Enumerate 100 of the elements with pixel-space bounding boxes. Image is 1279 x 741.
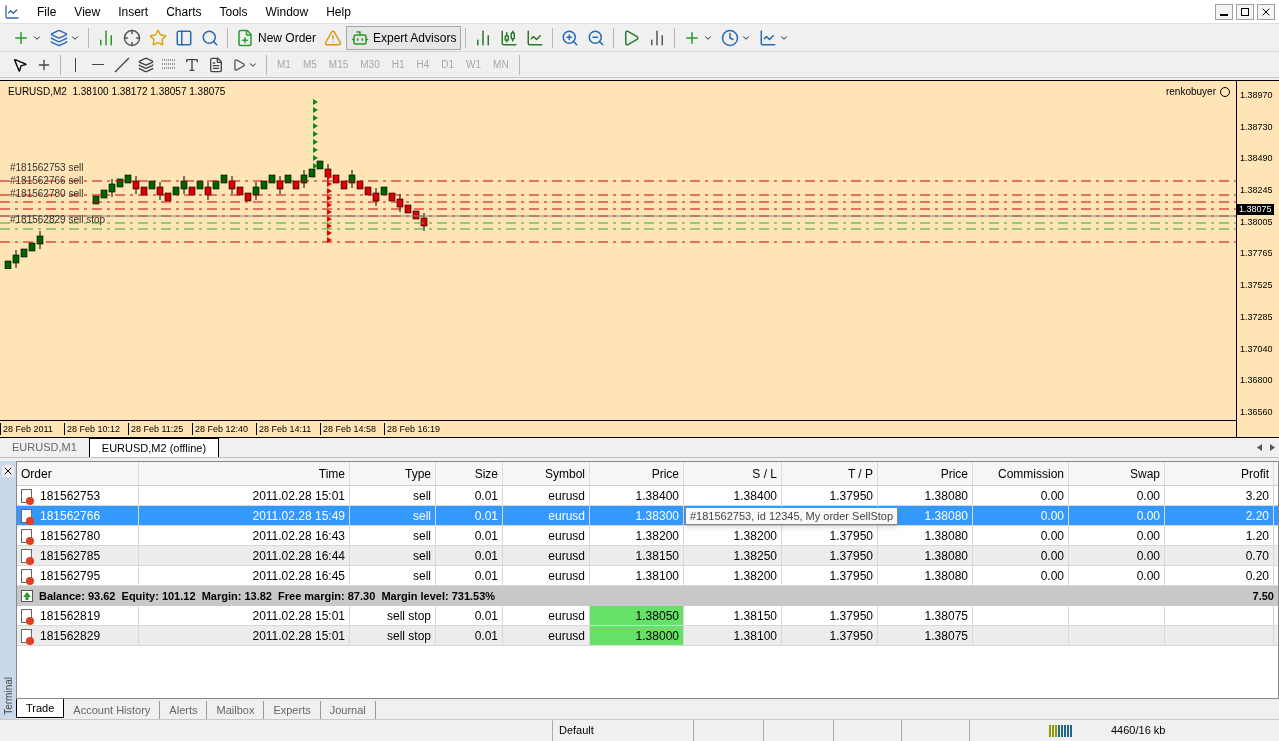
order-icon xyxy=(21,488,32,503)
table-cell: eurusd xyxy=(503,486,590,505)
expert-advisors-button[interactable]: Expert Advisors xyxy=(346,25,462,50)
table-cell: sell xyxy=(350,486,436,505)
traffic-status: 4460/16 kb xyxy=(1111,723,1166,739)
table-cell: 1.38200 xyxy=(590,526,684,545)
terminal-tab[interactable]: Account History xyxy=(64,701,161,719)
table-cell: sell stop xyxy=(350,626,436,645)
column-header[interactable]: Symbol xyxy=(503,462,590,485)
table-cell: 0.00 xyxy=(1069,546,1165,565)
column-header[interactable]: Size xyxy=(436,462,503,485)
chart-tab[interactable]: EURUSD,M1 xyxy=(0,438,89,457)
channel-icon xyxy=(138,56,154,73)
order-row[interactable]: 181562780 2011.02.28 16:43 sell 0.01 eurusd 1.38200 1.38200 1.37950 1.38080 0.00 0.00 1.20 xyxy=(17,526,1278,546)
horizontal-line-icon xyxy=(92,64,104,65)
table-cell: 0.01 xyxy=(436,526,503,545)
order-cell: 181562766 xyxy=(17,506,139,525)
column-header[interactable]: Type xyxy=(350,462,436,485)
table-cell: 2011.02.28 16:45 xyxy=(139,566,350,585)
time-axis-label: 28 Feb 12:40 xyxy=(192,423,256,435)
order-icon xyxy=(21,608,32,623)
close-button[interactable] xyxy=(1257,3,1275,20)
table-cell: 2011.02.28 15:01 xyxy=(139,606,350,625)
chart-tab[interactable]: EURUSD,M2 (offline) xyxy=(88,438,220,457)
time-axis-label: 28 Feb 16:19 xyxy=(384,423,448,435)
candlestick-icon xyxy=(500,28,519,47)
price-axis-label: 1.37525 xyxy=(1239,280,1274,292)
column-header[interactable]: Order xyxy=(17,462,139,485)
table-cell: 0.00 xyxy=(1069,566,1165,585)
column-header[interactable]: Commission xyxy=(973,462,1069,485)
table-cell: 0.01 xyxy=(436,626,503,645)
menu-item[interactable]: Tools xyxy=(210,2,257,21)
terminal-tab[interactable]: Trade xyxy=(16,699,65,718)
menu-item[interactable]: Window xyxy=(256,2,318,21)
time-axis-label: 28 Feb 14:11 xyxy=(256,423,320,435)
line-chart-icon xyxy=(526,28,545,47)
scroll-right-icon[interactable] xyxy=(1270,444,1275,451)
scroll-left-icon[interactable] xyxy=(1257,444,1262,451)
table-cell: 1.38080 xyxy=(878,486,973,505)
column-header[interactable]: T / P xyxy=(782,462,878,485)
market-watch-icon xyxy=(97,28,115,47)
warning-icon xyxy=(324,28,342,47)
order-cell: 181562785 xyxy=(17,546,139,565)
terminal-tab[interactable]: Journal xyxy=(320,701,376,719)
terminal-tab[interactable]: Mailbox xyxy=(207,701,265,719)
menu-item[interactable]: Charts xyxy=(157,2,211,21)
table-cell: 0.00 xyxy=(973,506,1069,525)
column-header[interactable]: Price xyxy=(878,462,973,485)
order-icon xyxy=(21,528,32,543)
menu-item[interactable]: View xyxy=(65,2,110,21)
column-header[interactable]: Time xyxy=(139,462,350,485)
table-cell: 2011.02.28 15:01 xyxy=(139,626,350,645)
arrows-icon xyxy=(232,57,246,72)
menu-item[interactable]: File xyxy=(28,2,66,21)
order-icon xyxy=(21,628,32,643)
trendline-icon xyxy=(114,56,130,73)
price-axis-label: 1.36800 xyxy=(1239,375,1274,387)
price-axis-label: 1.37285 xyxy=(1239,311,1274,323)
table-cell: 0.00 xyxy=(1069,506,1165,525)
table-cell: eurusd xyxy=(503,526,590,545)
profile-status: Default xyxy=(558,723,595,739)
order-row[interactable]: 181562795 2011.02.28 16:45 sell 0.01 eurusd 1.38100 1.38200 1.37950 1.38080 0.00 0.00 0.20 xyxy=(17,566,1278,586)
table-cell: 1.38050 xyxy=(590,606,684,625)
order-row[interactable]: 181562785 2011.02.28 16:44 sell 0.01 eurusd 1.38150 1.38250 1.37950 1.38080 0.00 0.00 0.70 xyxy=(17,546,1278,566)
order-icon xyxy=(21,548,32,563)
table-cell: 1.38100 xyxy=(590,566,684,585)
table-cell: 1.38300 xyxy=(590,506,684,525)
price-axis-label: 1.38490 xyxy=(1239,153,1274,165)
minimize-icon[interactable] xyxy=(1215,3,1233,20)
order-row[interactable]: 181562819 2011.02.28 15:01 sell stop 0.01 eurusd 1.38050 1.38150 1.37950 1.38075 xyxy=(17,606,1278,626)
column-header[interactable]: S / L xyxy=(684,462,782,485)
terminal-tab[interactable]: Experts xyxy=(264,701,321,719)
menu-item[interactable]: Insert xyxy=(109,2,158,21)
account-summary: Balance: 93.62 Equity: 101.12 Margin: 13.82 Free margin: 87.30 Margin level: 731.53% xyxy=(38,588,497,604)
order-row[interactable]: 181562829 2011.02.28 15:01 sell stop 0.01 eurusd 1.38000 1.38100 1.37950 1.38075 xyxy=(17,626,1278,646)
current-price-label: 1.38075 xyxy=(1237,204,1274,215)
table-cell: eurusd xyxy=(503,546,590,565)
total-profit: 7.50 xyxy=(1252,588,1275,604)
table-cell: 1.38075 xyxy=(878,606,973,625)
table-cell: 1.37950 xyxy=(782,546,878,565)
column-header[interactable]: Price xyxy=(590,462,684,485)
column-header[interactable]: Profit xyxy=(1165,462,1274,485)
table-cell: 1.37950 xyxy=(782,626,878,645)
order-row[interactable]: 181562753 2011.02.28 15:01 sell 0.01 eurusd 1.38400 1.38400 1.37950 1.38080 0.00 0.00 3.20 xyxy=(17,486,1278,506)
menu-item[interactable]: Help xyxy=(317,2,360,21)
price-axis-label: 1.38970 xyxy=(1239,90,1274,101)
price-axis-label: 1.36560 xyxy=(1239,406,1274,418)
table-cell: 2011.02.28 15:01 xyxy=(139,486,350,505)
terminal-tab[interactable]: Alerts xyxy=(160,701,208,719)
table-cell: sell xyxy=(350,546,436,565)
table-cell: 0.01 xyxy=(436,566,503,585)
new-order-button[interactable]: New Order xyxy=(232,26,320,49)
table-cell: 0.01 xyxy=(436,546,503,565)
cursor-icon xyxy=(12,56,28,73)
restore-icon[interactable] xyxy=(1236,3,1254,20)
column-header[interactable]: Swap xyxy=(1069,462,1165,485)
order-icon xyxy=(21,568,32,583)
table-cell: 1.38080 xyxy=(878,526,973,545)
order-label: #181562753 sell xyxy=(10,162,84,174)
close-icon[interactable] xyxy=(2,465,14,477)
